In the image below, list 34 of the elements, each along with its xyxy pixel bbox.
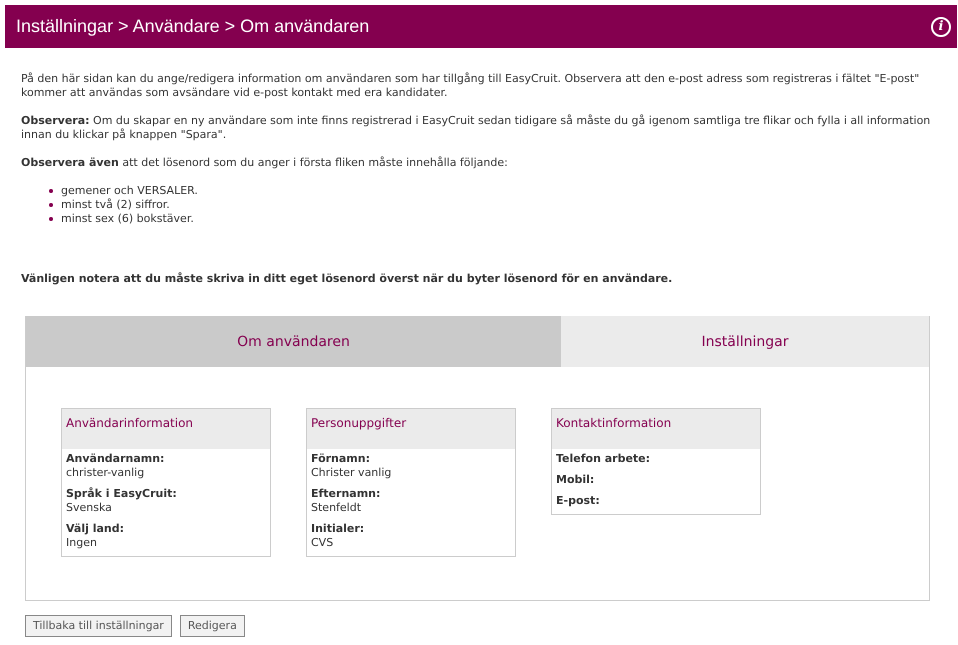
notice-text: Vänligen notera att du måste skriva in ditt eget lösenord överst när du byter lösenord för en användare.	[21, 272, 674, 286]
field-label: Efternamn:	[311, 487, 382, 501]
field-label: Telefon arbete:	[556, 452, 652, 466]
field-label: Initialer:	[311, 522, 366, 536]
requirement-text: minst sex (6) bokstäver.	[61, 212, 194, 226]
requirement-text: gemener och VERSALER.	[61, 184, 198, 198]
field-value: Stenfeldt	[311, 501, 362, 515]
bullet-icon	[49, 189, 53, 193]
page-title: Inställningar > Användare > Om användaren	[16, 16, 370, 37]
field-label: Språk i EasyCruit:	[66, 487, 178, 501]
field-value: CVS	[311, 536, 334, 550]
description-text: På den här sidan kan du ange/redigera information om användaren som har tillgång till EasyCruit. Observera att den e-post adress som registreras i fältet "E-post" kommer att användas som avsändare vid e-post kontakt med era kandidater.	[21, 72, 920, 100]
field-label: Mobil:	[556, 473, 596, 487]
info-icon[interactable]: i	[931, 16, 951, 36]
field-label: Välj land:	[66, 522, 126, 536]
field-value: christer-vanlig	[66, 466, 146, 480]
field-value: Christer vanlig	[311, 466, 392, 480]
tab[interactable]: Inställningar	[561, 316, 929, 367]
edit-button[interactable]: Redigera	[180, 615, 245, 637]
field-label: Förnamn:	[311, 452, 371, 466]
description-text: Observera även att det lösenord som du anger i första fliken måste innehålla följande:	[21, 156, 509, 170]
requirement-text: minst två (2) siffror.	[61, 198, 170, 212]
field-value: Svenska	[66, 501, 113, 515]
field-label: E-post:	[556, 494, 601, 508]
card-title: Kontaktinformation	[552, 409, 760, 449]
field-label: Användarnamn:	[66, 452, 166, 466]
field-value: Ingen	[66, 536, 98, 550]
description-text: Observera: Om du skapar en ny användare som inte finns registrerad i EasyCruit sedan tidigare så måste du gå igenom samtliga tre flikar och fylla i all information innan du klickar på knappen "Spara".	[21, 114, 932, 142]
tab[interactable]: Om användaren	[26, 316, 561, 367]
back-button[interactable]: Tillbaka till inställningar	[25, 615, 172, 637]
card-title: Personuppgifter	[307, 409, 515, 449]
bullet-icon	[49, 217, 53, 221]
bullet-icon	[49, 203, 53, 207]
card-title: Användarinformation	[62, 409, 270, 449]
